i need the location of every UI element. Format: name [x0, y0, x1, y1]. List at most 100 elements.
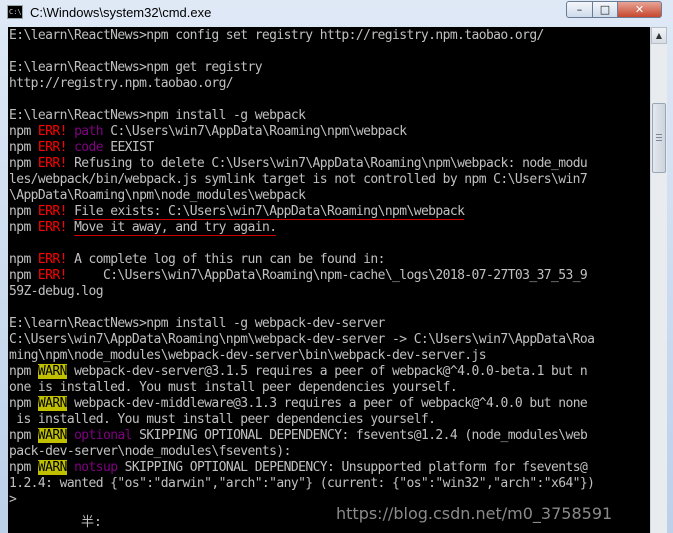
- console-line: npm WARN notsup SKIPPING OPTIONAL DEPEND…: [9, 460, 594, 476]
- ime-status: 半:: [81, 515, 102, 530]
- console-text: SKIPPING OPTIONAL DEPENDENCY: Unsupporte…: [117, 460, 588, 475]
- scroll-thumb[interactable]: [652, 103, 666, 173]
- err-tag: ERR!: [37, 252, 68, 267]
- console-line: one is installed. You must install peer …: [9, 380, 594, 396]
- console-text: 59Z-debug.log: [9, 284, 104, 299]
- console-line: pack-dev-server\node_modules\fsevents):: [9, 444, 594, 460]
- console-line: npm WARN webpack-dev-middleware@3.1.3 re…: [9, 396, 594, 412]
- err-tag: ERR!: [37, 124, 68, 139]
- console-line: E:\learn\ReactNews>npm get registry: [9, 60, 594, 76]
- console-line: npm ERR! Refusing to delete C:\Users\win…: [9, 156, 594, 172]
- err-tag: ERR!: [37, 156, 68, 171]
- vertical-scrollbar[interactable]: ▲: [650, 27, 667, 533]
- console-line: npm ERR! A complete log of this run can …: [9, 252, 594, 268]
- grip-line: [656, 134, 662, 135]
- console-text: one is installed. You must install peer …: [9, 380, 458, 395]
- console-line: is installed. You must install peer depe…: [9, 412, 594, 428]
- console-line: npm ERR! File exists: C:\Users\win7\AppD…: [9, 204, 594, 220]
- title-bar[interactable]: C:\ C:\Windows\system32\cmd.exe – □ ✕: [0, 0, 673, 26]
- watermark: https://blog.csdn.net/m0_3758591: [336, 504, 613, 523]
- console-text: C:\Users\win7\AppData\Roaming\npm\webpac…: [103, 124, 407, 139]
- console-text: EEXIST: [103, 140, 154, 155]
- console-line: 1.2.4: wanted {"os":"darwin","arch":"any…: [9, 476, 595, 492]
- console-text: >: [9, 492, 17, 507]
- warn-tag: WARN: [37, 364, 67, 379]
- console-output[interactable]: E:\learn\ReactNews>npm config set regist…: [8, 27, 650, 533]
- console-text: npm: [9, 364, 38, 379]
- console-text: E:\learn\ReactNews>npm config set regist…: [9, 28, 544, 43]
- minimize-button[interactable]: –: [566, 1, 593, 18]
- err-tag: ERR!: [37, 140, 68, 155]
- console-line: npm WARN optional SKIPPING OPTIONAL DEPE…: [9, 428, 594, 444]
- console-text: E:\learn\ReactNews>npm get registry: [9, 60, 263, 75]
- console-text: SKIPPING OPTIONAL DEPENDENCY: fsevents@1…: [131, 428, 588, 443]
- warn-tag: WARN: [37, 428, 67, 443]
- console-text: npm: [9, 268, 38, 283]
- console-text: code: [74, 140, 104, 155]
- console-text: E:\learn\ReactNews>npm install -g webpac…: [9, 316, 385, 331]
- console-text: path: [74, 124, 104, 139]
- err-tag: ERR!: [37, 220, 68, 235]
- console-line: les/webpack/bin/webpack.js symlink targe…: [9, 172, 594, 188]
- console-text: is installed. You must install peer depe…: [9, 412, 436, 427]
- console-text: les/webpack/bin/webpack.js symlink targe…: [9, 172, 588, 187]
- console-text: optional: [74, 428, 132, 443]
- console-text: Refusing to delete C:\Users\win7\AppData…: [66, 156, 588, 171]
- console-text: npm: [9, 396, 38, 411]
- console-text: A complete log of this run can be found …: [66, 252, 385, 267]
- scroll-up-arrow-icon[interactable]: ▲: [651, 27, 667, 44]
- console-line: npm WARN webpack-dev-server@3.1.5 requir…: [9, 364, 594, 380]
- console-text: npm: [9, 460, 38, 475]
- warn-tag: WARN: [37, 460, 67, 475]
- window-title: C:\Windows\system32\cmd.exe: [30, 5, 212, 20]
- console-lines: E:\learn\ReactNews>npm config set regist…: [9, 28, 595, 508]
- cmd-window: C:\ C:\Windows\system32\cmd.exe – □ ✕ E:…: [0, 0, 673, 533]
- console-text: 1.2.4: wanted {"os":"darwin","arch":"any…: [9, 476, 595, 491]
- console-line: E:\learn\ReactNews>npm install -g webpac…: [9, 316, 594, 332]
- console-text: ming\npm\node_modules\webpack-dev-server…: [9, 348, 487, 363]
- grip-line: [656, 140, 662, 141]
- grip-line: [656, 137, 662, 138]
- console-text: npm: [9, 124, 38, 139]
- console-text: File exists: C:\Users\win7\AppData\Roami…: [74, 204, 465, 220]
- console-text: http://registry.npm.taobao.org/: [9, 76, 234, 91]
- console-text: npm: [9, 156, 38, 171]
- console-line: \AppData\Roaming\npm\node_modules\webpac…: [9, 188, 594, 204]
- console-line: npm ERR! Move it away, and try again.: [9, 220, 594, 236]
- console-line: npm ERR! code EEXIST: [9, 140, 594, 156]
- console-text: notsup: [74, 460, 118, 475]
- console-line: npm ERR! path C:\Users\win7\AppData\Roam…: [9, 124, 594, 140]
- console-line: E:\learn\ReactNews>npm config set regist…: [9, 28, 594, 44]
- console-text: npm: [9, 428, 38, 443]
- console-text: C:\Users\win7\AppData\Roaming\npm-cache\…: [66, 268, 588, 283]
- maximize-button[interactable]: □: [592, 1, 618, 18]
- console-line: E:\learn\ReactNews>npm install -g webpac…: [9, 108, 594, 124]
- err-tag: ERR!: [37, 204, 68, 219]
- console-text: webpack-dev-middleware@3.1.3 requires a …: [66, 396, 588, 411]
- console-line: ming\npm\node_modules\webpack-dev-server…: [9, 348, 594, 364]
- console-text: npm: [9, 220, 38, 235]
- console-line: C:\Users\win7\AppData\Roaming\npm\webpac…: [9, 332, 595, 348]
- err-tag: ERR!: [37, 268, 68, 283]
- console-text: webpack-dev-server@3.1.5 requires a peer…: [66, 364, 588, 379]
- console-text: Move it away, and try again.: [74, 220, 277, 236]
- console-line: 59Z-debug.log: [9, 284, 594, 300]
- console-line: http://registry.npm.taobao.org/: [9, 76, 594, 92]
- console-text: pack-dev-server\node_modules\fsevents):: [9, 444, 291, 459]
- console-text: npm: [9, 204, 38, 219]
- warn-tag: WARN: [37, 396, 67, 411]
- console-text: C:\Users\win7\AppData\Roaming\npm\webpac…: [9, 332, 595, 347]
- cmd-icon[interactable]: C:\: [7, 5, 23, 19]
- console-line: npm ERR! C:\Users\win7\AppData\Roaming\n…: [9, 268, 594, 284]
- close-button[interactable]: ✕: [617, 1, 662, 18]
